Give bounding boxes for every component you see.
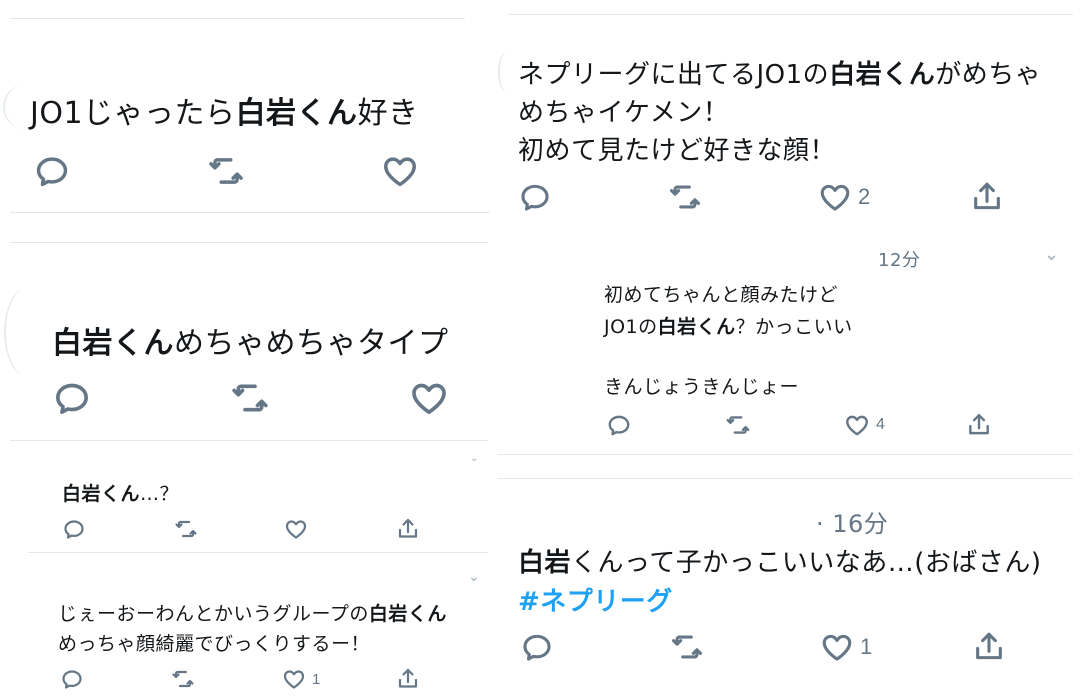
divider (498, 454, 1073, 455)
like-button[interactable]: 4 (844, 412, 885, 438)
retweet-button[interactable] (170, 667, 196, 691)
reply-button[interactable] (520, 630, 554, 664)
reply-button[interactable] (62, 517, 86, 541)
reply-icon (52, 378, 92, 418)
tweet-text: 白岩くん…？ (62, 483, 180, 505)
hashtag-link[interactable]: #ネプリーグ (518, 581, 673, 618)
timestamp: 12分 (878, 250, 921, 271)
share-icon (396, 667, 420, 691)
like-count: 1 (312, 670, 321, 688)
tweet-crop-4: ⌄ じぇーおーわんとかいうグループの白岩くん めっちゃ顔綺麗でびっくりするー！ … (0, 555, 495, 699)
chevron-down-icon[interactable]: ⌄ (470, 453, 478, 464)
like-button[interactable]: 1 (820, 630, 872, 664)
divider (10, 212, 490, 213)
share-button[interactable] (966, 412, 992, 438)
share-icon (966, 412, 992, 438)
like-button[interactable] (284, 517, 308, 541)
tweet-crop-5: ネプリーグに出てるJO1の白岩くんがめちゃ めちゃイケメン！ 初めて見たけど好き… (498, 0, 1080, 232)
tweet-text-line3: 初めて見たけど好きな顔！ (518, 136, 837, 166)
tweet-text-line2: めっちゃ顔綺麗でびっくりするー！ (58, 633, 371, 655)
timestamp: · 16分 (816, 510, 889, 538)
divider (10, 242, 488, 243)
chevron-down-icon[interactable]: ⌄ (468, 569, 480, 585)
reply-icon (518, 180, 552, 214)
divider (28, 552, 488, 553)
divider (508, 14, 1073, 15)
tweet-text-line3: きんじょうきんじょー (604, 376, 800, 398)
retweet-button[interactable] (666, 180, 704, 214)
reply-button[interactable] (52, 378, 92, 418)
tweet-text-line1: ネプリーグに出てるJO1の白岩くんがめちゃ (518, 60, 1042, 90)
like-button[interactable] (408, 378, 450, 418)
tweet-crop-6: 12分 ⌄ 初めてちゃんと顔みたけど JO1の白岩くん？かっこいい きんじょうき… (498, 232, 1080, 460)
reply-button[interactable] (606, 412, 632, 438)
retweet-icon (666, 180, 704, 214)
like-icon (820, 630, 854, 664)
retweet-icon (173, 517, 199, 541)
like-count: 4 (876, 416, 885, 433)
reply-icon (606, 412, 632, 438)
share-button[interactable] (396, 517, 420, 541)
tweet-text-line1: じぇーおーわんとかいうグループの白岩くん (58, 603, 447, 625)
like-icon (282, 667, 306, 691)
like-icon (380, 152, 420, 190)
retweet-button[interactable] (173, 517, 199, 541)
share-button[interactable] (970, 180, 1004, 214)
like-icon (844, 412, 870, 438)
like-icon (284, 517, 308, 541)
tweet-crop-1: JO1じゃったら白岩くん好き (0, 0, 495, 232)
like-icon (408, 378, 450, 418)
avatar[interactable] (4, 287, 52, 377)
share-button[interactable] (972, 630, 1006, 664)
like-button[interactable] (380, 152, 420, 190)
tweet-text-line1: 白岩くんって子かっこいいなあ…(おばさん) (518, 548, 1042, 578)
retweet-icon (205, 152, 247, 190)
reply-icon (60, 667, 84, 691)
reply-button[interactable] (518, 180, 552, 214)
retweet-button[interactable] (724, 412, 752, 438)
avatar[interactable] (498, 52, 516, 92)
divider (10, 440, 488, 441)
retweet-button[interactable] (205, 152, 247, 190)
reply-icon (520, 630, 554, 664)
tweet-crop-3: ⌄ 白岩くん…？ (0, 445, 495, 555)
retweet-button[interactable] (668, 630, 706, 664)
tweet-crop-2: 白岩くんめちゃめちゃタイプ (0, 232, 495, 445)
tweet-text: JO1じゃったら白岩くん好き (30, 96, 419, 131)
tweet-text: 白岩くんめちゃめちゃタイプ (52, 326, 449, 361)
like-count: 1 (860, 634, 873, 659)
divider (10, 18, 465, 19)
chevron-down-icon[interactable]: ⌄ (1044, 244, 1059, 265)
retweet-icon (228, 378, 272, 418)
retweet-icon (724, 412, 752, 438)
share-button[interactable] (396, 667, 420, 691)
share-icon (970, 180, 1004, 214)
tweet-crop-7: · 16分 白岩くんって子かっこいいなあ…(おばさん) #ネプリーグ 1 (498, 478, 1080, 699)
divider (498, 478, 1073, 479)
like-icon (818, 180, 852, 214)
like-button[interactable]: 1 (282, 667, 320, 691)
reply-button[interactable] (60, 667, 84, 691)
tweet-text-line1: 初めてちゃんと顔みたけど (604, 284, 839, 306)
retweet-icon (668, 630, 706, 664)
like-button[interactable]: 2 (818, 180, 870, 214)
like-count: 2 (858, 184, 871, 209)
share-icon (396, 517, 420, 541)
tweet-text-line2: めちゃイケメン！ (518, 98, 730, 128)
reply-button[interactable] (33, 152, 71, 190)
retweet-button[interactable] (228, 378, 272, 418)
tweet-text-line2: JO1の白岩くん？かっこいい (604, 316, 853, 338)
reply-icon (62, 517, 86, 541)
retweet-icon (170, 667, 196, 691)
share-icon (972, 630, 1006, 664)
reply-icon (33, 152, 71, 190)
